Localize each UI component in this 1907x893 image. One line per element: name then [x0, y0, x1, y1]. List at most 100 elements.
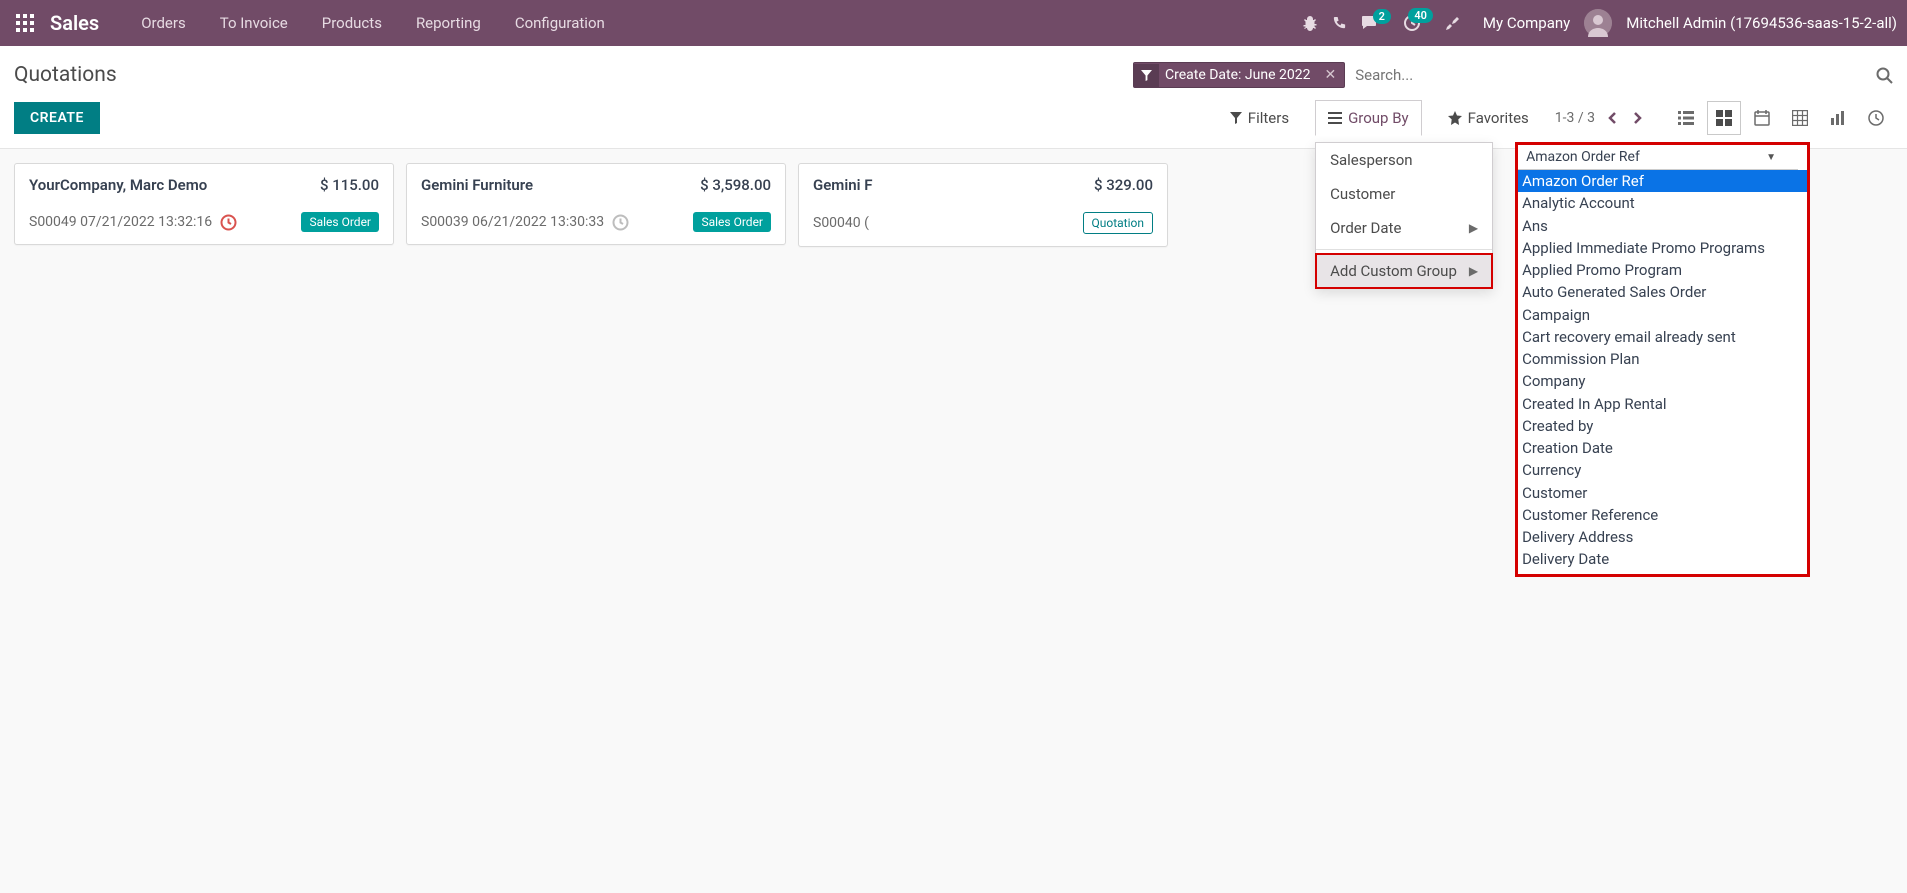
- view-pivot-icon[interactable]: [1783, 101, 1817, 135]
- titlebar: Quotations Create Date: June 2022 ✕: [0, 46, 1907, 90]
- menu-separator: [1316, 249, 1492, 250]
- list-item[interactable]: Delivery Date: [1518, 548, 1807, 570]
- list-item[interactable]: Creation Date: [1518, 437, 1807, 459]
- filter-chip-close[interactable]: ✕: [1316, 63, 1344, 87]
- status-badge: Sales Order: [693, 212, 771, 232]
- apps-grid-icon[interactable]: [10, 8, 40, 38]
- filters-label: Filters: [1248, 109, 1289, 127]
- pager-prev[interactable]: [1603, 107, 1621, 129]
- list-item[interactable]: Customer Reference: [1518, 504, 1807, 526]
- search-icon[interactable]: [1876, 67, 1893, 84]
- custom-group-list-wrap: Amazon Order Ref ▼ Amazon Order Ref Anal…: [1515, 142, 1810, 577]
- create-button[interactable]: CREATE: [14, 102, 100, 134]
- list-item[interactable]: Commission Plan: [1518, 348, 1807, 370]
- menu-item-label: Add Custom Group: [1330, 262, 1457, 280]
- kanban-card[interactable]: Gemini F $ 329.00 S00040 ( Quotation: [798, 163, 1168, 247]
- navbar-right: 2 40 My Company Mitchell Admin (17694536…: [1302, 9, 1897, 37]
- favorites-button[interactable]: Favorites: [1444, 103, 1533, 133]
- view-list-icon[interactable]: [1669, 101, 1703, 135]
- groupby-wrapper: Group By Salesperson Customer Order Date…: [1315, 100, 1422, 136]
- card-amount: $ 115.00: [320, 176, 379, 194]
- list-item[interactable]: Delivery Message: [1518, 571, 1807, 575]
- list-item[interactable]: Cart recovery email already sent: [1518, 326, 1807, 348]
- card-top: Gemini Furniture $ 3,598.00: [421, 176, 771, 194]
- list-item[interactable]: Applied Promo Program: [1518, 259, 1807, 281]
- company-name[interactable]: My Company: [1483, 14, 1570, 32]
- nav-link-reporting[interactable]: Reporting: [400, 4, 497, 42]
- chevron-right-icon: ▶: [1469, 221, 1478, 235]
- list-item[interactable]: Created by: [1518, 415, 1807, 437]
- app-name[interactable]: Sales: [50, 11, 99, 35]
- view-graph-icon[interactable]: [1821, 101, 1855, 135]
- kanban-card[interactable]: YourCompany, Marc Demo $ 115.00 S00049 0…: [14, 163, 394, 245]
- groupby-item-add-custom[interactable]: Add Custom Group ▶: [1316, 254, 1492, 288]
- favorites-label: Favorites: [1468, 109, 1529, 127]
- filters-button[interactable]: Filters: [1226, 103, 1293, 133]
- custom-group-list[interactable]: Amazon Order Ref Analytic Account Ans Ap…: [1518, 170, 1807, 574]
- pager: 1-3 / 3: [1555, 107, 1647, 129]
- card-title: Gemini Furniture: [421, 176, 533, 194]
- card-top: Gemini F $ 329.00: [813, 176, 1153, 194]
- search-input[interactable]: [1351, 60, 1870, 90]
- nav-link-orders[interactable]: Orders: [125, 4, 202, 42]
- nav-link-products[interactable]: Products: [306, 4, 398, 42]
- custom-group-select: Amazon Order Ref ▼ Amazon Order Ref Anal…: [1515, 142, 1810, 577]
- bug-icon[interactable]: [1302, 15, 1318, 31]
- status-badge: Sales Order: [301, 212, 379, 232]
- nav-links: Orders To Invoice Products Reporting Con…: [125, 4, 621, 42]
- list-item[interactable]: Applied Immediate Promo Programs: [1518, 237, 1807, 259]
- view-kanban-icon[interactable]: [1707, 101, 1741, 135]
- card-ref: S00039 06/21/2022 13:30:33: [421, 214, 604, 230]
- groupby-item-salesperson[interactable]: Salesperson: [1316, 143, 1492, 177]
- view-switch: [1669, 101, 1893, 135]
- list-item[interactable]: Created In App Rental: [1518, 393, 1807, 415]
- clock-icon: [220, 214, 237, 231]
- status-badge: Quotation: [1083, 212, 1153, 234]
- user-name[interactable]: Mitchell Admin (17694536-saas-15-2-all): [1626, 14, 1897, 32]
- avatar[interactable]: [1584, 9, 1612, 37]
- list-item[interactable]: Customer: [1518, 482, 1807, 504]
- toolbar-right: Filters Group By Salesperson Customer Or…: [1226, 100, 1893, 136]
- card-top: YourCompany, Marc Demo $ 115.00: [29, 176, 379, 194]
- card-bottom: S00039 06/21/2022 13:30:33 Sales Order: [421, 212, 771, 232]
- phone-icon[interactable]: [1332, 16, 1347, 31]
- nav-link-configuration[interactable]: Configuration: [499, 4, 621, 42]
- list-item[interactable]: Campaign: [1518, 304, 1807, 326]
- tools-icon[interactable]: [1445, 15, 1461, 31]
- groupby-label: Group By: [1348, 109, 1409, 127]
- view-calendar-icon[interactable]: [1745, 101, 1779, 135]
- toolbar: CREATE Filters Group By Salesperson Cust…: [0, 90, 1907, 149]
- card-amount: $ 329.00: [1094, 176, 1153, 194]
- groupby-button[interactable]: Group By: [1315, 100, 1422, 136]
- list-item[interactable]: Amazon Order Ref: [1518, 170, 1807, 192]
- nav-link-to-invoice[interactable]: To Invoice: [204, 4, 304, 42]
- page-title: Quotations: [14, 63, 117, 87]
- groupby-menu: Salesperson Customer Order Date ▶ Add Cu…: [1315, 142, 1493, 289]
- card-bottom: S00040 ( Quotation: [813, 212, 1153, 234]
- messages-icon[interactable]: 2: [1361, 15, 1379, 31]
- search-area: Create Date: June 2022 ✕: [1133, 60, 1893, 90]
- menu-item-label: Customer: [1330, 185, 1395, 203]
- navbar: Sales Orders To Invoice Products Reporti…: [0, 0, 1907, 46]
- navbar-left: Sales Orders To Invoice Products Reporti…: [10, 4, 621, 42]
- card-bottom: S00049 07/21/2022 13:32:16 Sales Order: [29, 212, 379, 232]
- card-amount: $ 3,598.00: [700, 176, 771, 194]
- pager-next[interactable]: [1629, 107, 1647, 129]
- list-item[interactable]: Ans: [1518, 215, 1807, 237]
- groupby-item-customer[interactable]: Customer: [1316, 177, 1492, 211]
- activity-icon[interactable]: 40: [1403, 14, 1421, 32]
- list-item[interactable]: Delivery Address: [1518, 526, 1807, 548]
- kanban-card[interactable]: Gemini Furniture $ 3,598.00 S00039 06/21…: [406, 163, 786, 245]
- filter-chip-text: Create Date: June 2022: [1159, 63, 1316, 87]
- pager-text: 1-3 / 3: [1555, 110, 1595, 126]
- list-item[interactable]: Auto Generated Sales Order: [1518, 281, 1807, 303]
- clock-icon: [612, 214, 629, 231]
- list-item[interactable]: Company: [1518, 370, 1807, 392]
- messages-badge: 2: [1373, 9, 1391, 24]
- custom-group-header[interactable]: Amazon Order Ref ▼: [1518, 145, 1798, 170]
- list-item[interactable]: Analytic Account: [1518, 192, 1807, 214]
- view-activity-icon[interactable]: [1859, 101, 1893, 135]
- menu-item-label: Order Date: [1330, 219, 1401, 237]
- list-item[interactable]: Currency: [1518, 459, 1807, 481]
- groupby-item-orderdate[interactable]: Order Date ▶: [1316, 211, 1492, 245]
